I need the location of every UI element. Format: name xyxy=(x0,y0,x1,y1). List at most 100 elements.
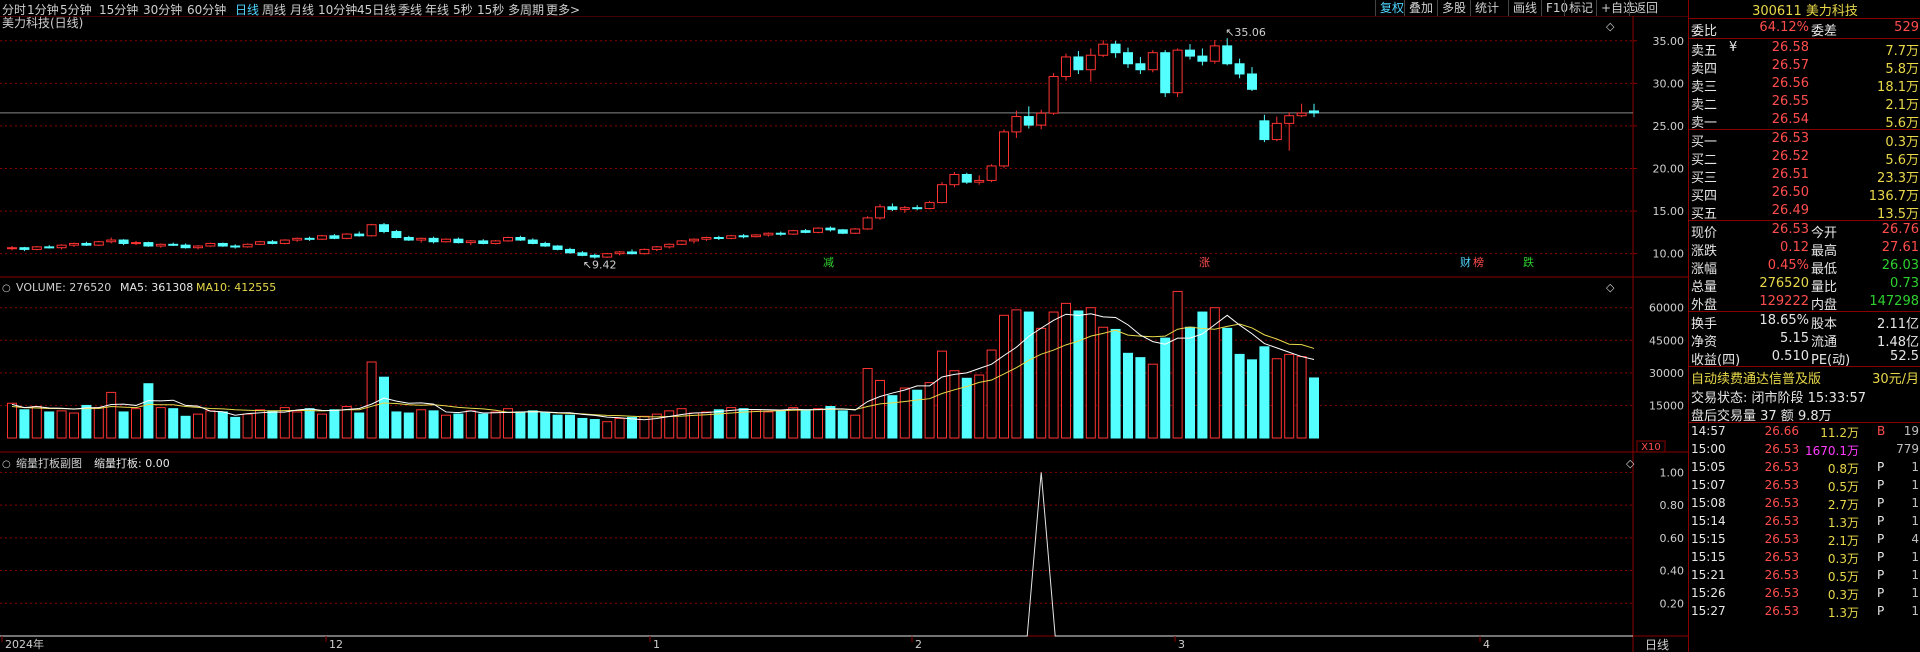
volume-bar xyxy=(180,415,191,439)
candle-body xyxy=(540,242,551,247)
indicator-axis-label: 0.40 xyxy=(1660,565,1685,578)
stock-code: 300611 xyxy=(1752,4,1802,19)
stat-value: 0.45% xyxy=(1767,258,1809,273)
tick-time: 15:21 xyxy=(1691,568,1726,582)
bid-row: 买一 26.53 0.3万 xyxy=(1689,130,1920,150)
tick-count: 4 xyxy=(1911,532,1919,546)
weicha-value: 529 xyxy=(1894,20,1919,35)
tick-time: 15:15 xyxy=(1691,550,1726,564)
candle-body xyxy=(242,243,253,248)
volume-bar xyxy=(56,410,67,439)
candle-body xyxy=(627,251,637,255)
volume-bar xyxy=(1023,311,1034,439)
stock-name: 美力科技 xyxy=(1805,4,1858,19)
tick-row: 15:05 26.53 0.8万 P 1 xyxy=(1689,459,1920,477)
chart-title: 美力科技(日线) xyxy=(2,16,83,30)
volume-bar xyxy=(354,412,365,439)
volume-bar xyxy=(540,412,551,439)
fundamental-value: 18.65% xyxy=(1759,313,1809,328)
fundamental-row: 换手 18.65% 股本 2.11亿 xyxy=(1689,312,1920,332)
candle-body xyxy=(1234,63,1245,75)
volume-bar xyxy=(441,414,451,439)
candle-body xyxy=(738,235,749,238)
volume-ma5-label: MA5: 361308 xyxy=(120,281,193,294)
toolbar-button-6[interactable]: 标记 xyxy=(1564,0,1597,16)
candle-body xyxy=(775,232,786,235)
volume-bar xyxy=(602,421,613,439)
volume-bar xyxy=(701,411,712,439)
volume-bar xyxy=(391,411,402,439)
bid-price: 26.49 xyxy=(1771,203,1809,218)
toolbar-button-2[interactable]: 多股 xyxy=(1437,0,1470,16)
toolbar-button-1[interactable]: 叠加 xyxy=(1404,0,1437,16)
candle-body xyxy=(565,248,575,254)
ask-row: 卖二 26.55 2.1万 xyxy=(1689,93,1920,113)
volume-bar xyxy=(763,411,774,439)
tick-volume: 0.3万 xyxy=(1827,588,1859,602)
fundamental-row: 收益(四) 0.510 PE(动) 52.5 xyxy=(1689,348,1920,368)
candle-body xyxy=(1209,45,1220,62)
bid-row: 买五 26.49 13.5万 xyxy=(1689,202,1920,222)
toolbar-button-4[interactable]: 画线 xyxy=(1508,0,1541,16)
volume-bar xyxy=(1234,353,1245,439)
tick-count: 1 xyxy=(1911,550,1919,564)
tick-row: 15:08 26.53 2.7万 P 1 xyxy=(1689,495,1920,513)
candle-body xyxy=(986,165,997,181)
kline-chart[interactable]: 35.00 30.00 25.00 20.00 15.00 10.00 60000 45000… xyxy=(0,16,1688,652)
volume-bar xyxy=(217,411,228,439)
tick-direction: P xyxy=(1877,568,1885,582)
candle-body xyxy=(577,252,588,256)
volume-bar xyxy=(577,417,588,439)
tick-time: 14:57 xyxy=(1691,424,1726,438)
volume-bar xyxy=(1048,311,1059,439)
tick-row: 15:26 26.53 0.3万 P 1 xyxy=(1689,585,1920,603)
promo-link[interactable]: 自动续费通达信普及版 xyxy=(1691,368,1821,387)
candle-body xyxy=(875,206,885,219)
tick-count: 1 xyxy=(1911,604,1919,618)
fundamental-value: 5.15 xyxy=(1780,331,1809,346)
candle-body xyxy=(1048,76,1059,114)
tick-volume: 1.3万 xyxy=(1827,606,1859,620)
candle-body xyxy=(416,237,427,241)
toolbar-button-3[interactable]: 统计 xyxy=(1470,0,1503,16)
tick-row: 15:07 26.53 0.5万 P 1 xyxy=(1689,477,1920,495)
ask-row: 卖五 ¥26.58 7.7万 xyxy=(1689,39,1920,59)
candle-body xyxy=(1073,56,1084,71)
volume-bar xyxy=(726,407,737,439)
indicator-name: 缩量打板副图 xyxy=(16,456,82,470)
candle-body xyxy=(924,202,935,210)
price-axis-label: 25.00 xyxy=(1653,120,1685,133)
candle-body xyxy=(205,242,216,247)
tick-volume: 2.7万 xyxy=(1827,498,1859,512)
volume-bar xyxy=(131,408,141,439)
volume-bar xyxy=(689,412,699,439)
bid-row: 买三 26.51 23.3万 xyxy=(1689,166,1920,186)
volume-bar xyxy=(1147,363,1158,439)
candle-body xyxy=(341,233,352,239)
candle-body xyxy=(552,245,563,250)
toolbar-button-8[interactable]: 返回 xyxy=(1629,0,1662,16)
candle-body xyxy=(1160,52,1171,94)
tick-time: 15:00 xyxy=(1691,442,1726,456)
promo-row: 自动续费通达信普及版 30元/月 xyxy=(1689,367,1920,387)
quote-panel: 300611 美力科技 委比 64.12% 委差 529 卖五 ¥26.58 7.7万 卖四 2… xyxy=(1688,0,1920,652)
volume-bar xyxy=(552,414,563,439)
tick-direction: P xyxy=(1877,496,1885,510)
tick-count: 1 xyxy=(1911,496,1919,510)
date-axis-label: 12 xyxy=(329,638,343,651)
price-axis-label: 20.00 xyxy=(1653,163,1685,176)
candle-body xyxy=(1123,52,1133,65)
candle-body xyxy=(887,206,898,210)
candle-body xyxy=(899,207,910,210)
volume-bar xyxy=(143,383,154,439)
date-axis-label: 2 xyxy=(915,638,922,651)
volume-bar xyxy=(329,409,340,439)
candle-body xyxy=(1271,122,1282,141)
weicha-label: 委差 xyxy=(1811,24,1838,39)
tick-row: 15:14 26.53 1.3万 P 1 xyxy=(1689,513,1920,531)
volume-bar xyxy=(81,404,92,439)
volume-bar xyxy=(899,387,910,439)
volume-bar xyxy=(986,349,997,439)
fundamental-row: 净资 5.15 流通 1.48亿 xyxy=(1689,330,1920,350)
ask-row: 卖三 26.56 18.1万 xyxy=(1689,75,1920,95)
